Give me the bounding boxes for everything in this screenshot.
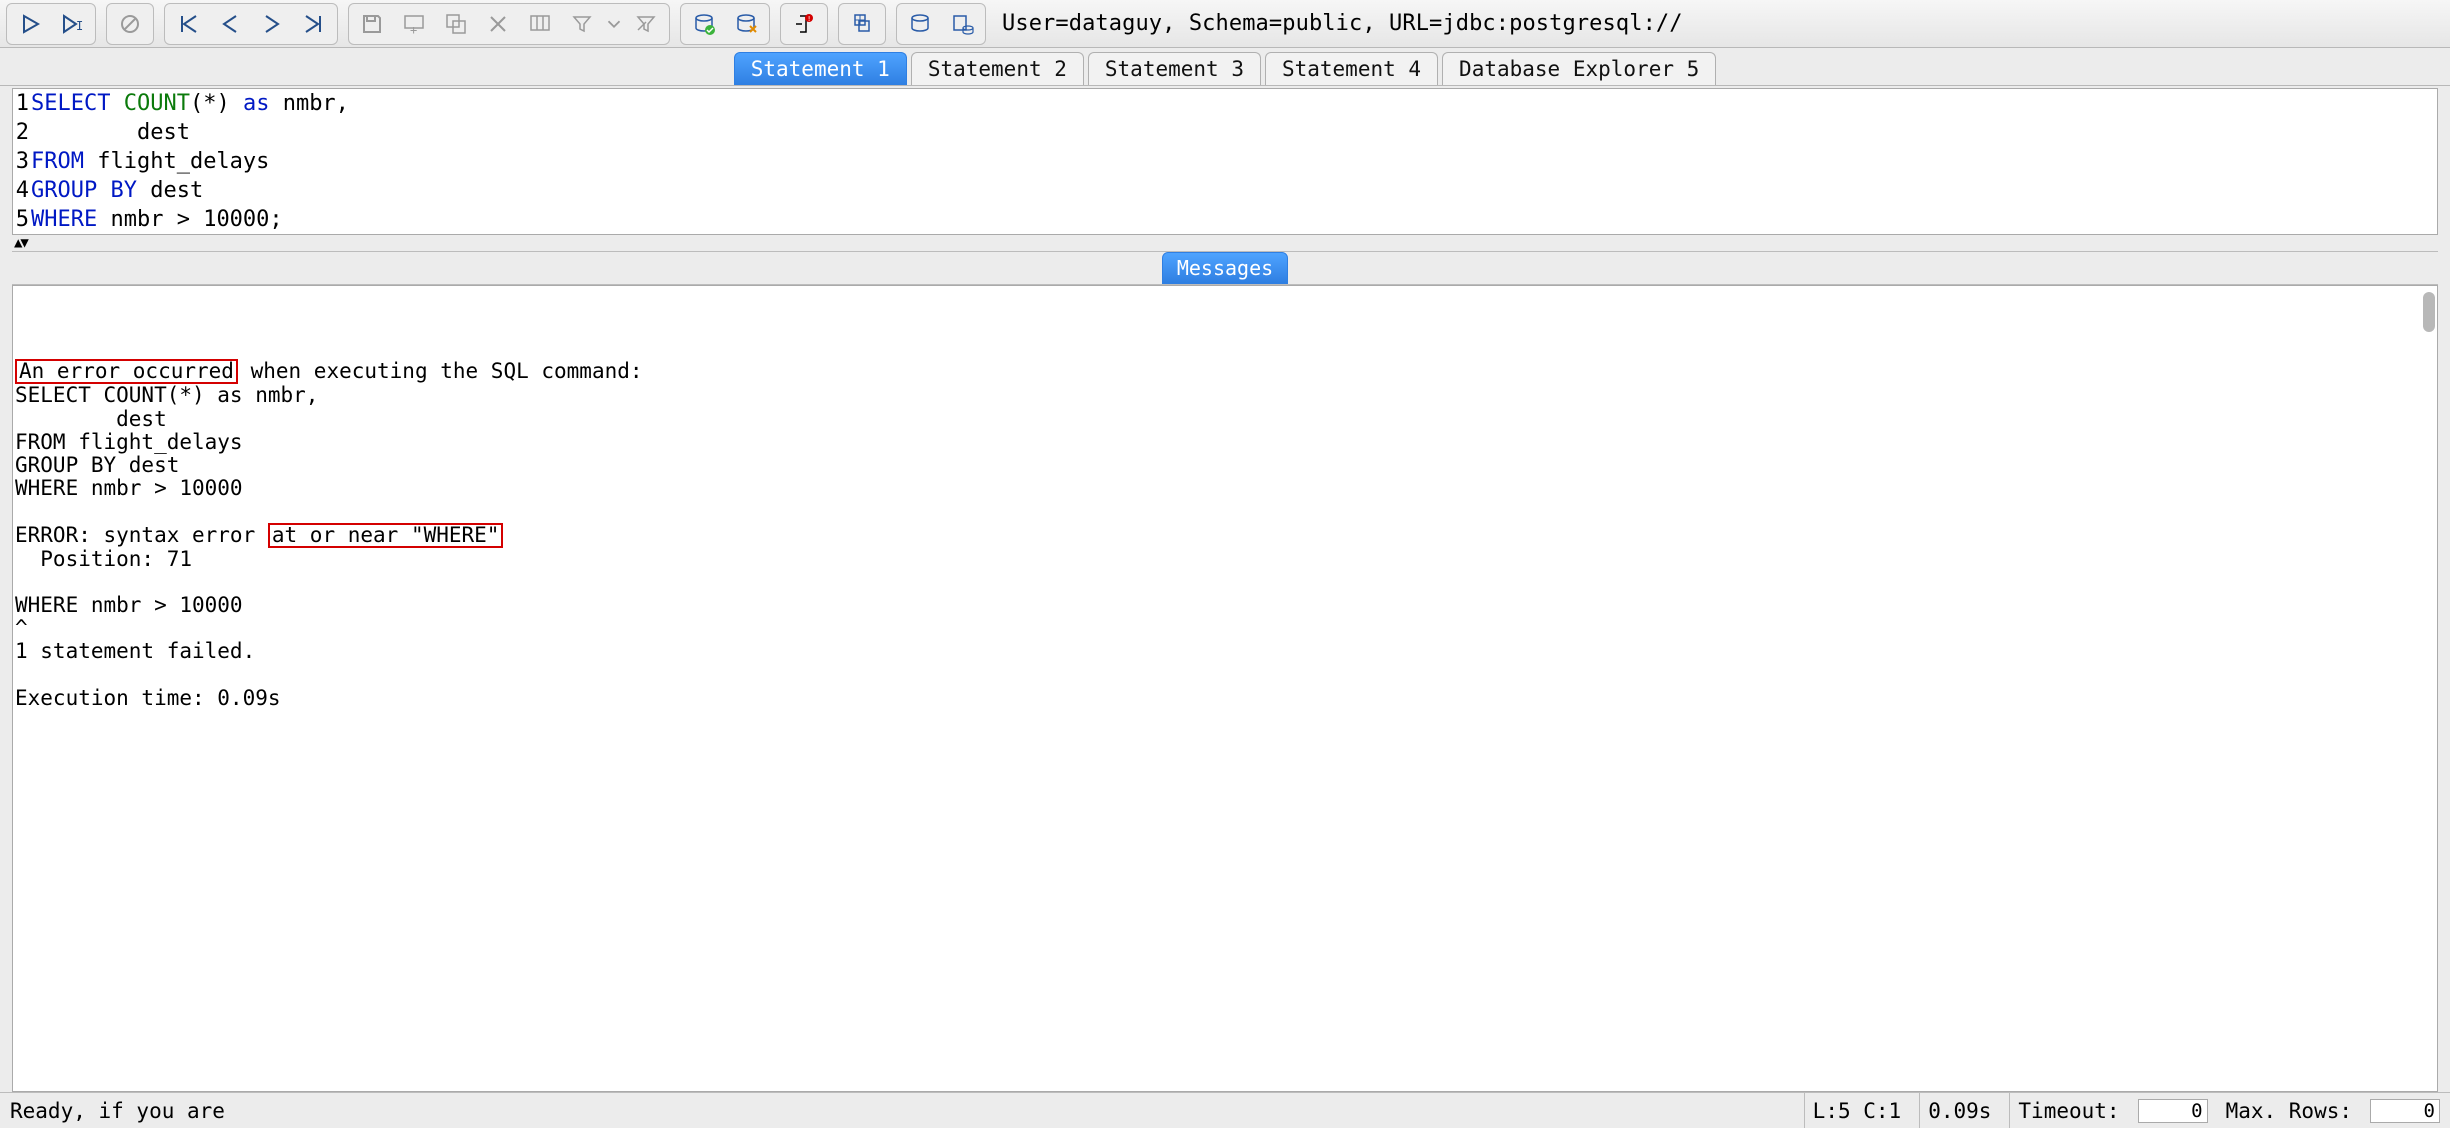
- connection-label: User=dataguy, Schema=public, URL=jdbc:po…: [1002, 11, 1683, 36]
- sql-editor[interactable]: 1SELECT COUNT(*) as nmbr,2 dest3FROM fli…: [12, 88, 2438, 235]
- first-record-button[interactable]: [167, 6, 209, 42]
- filter-dropdown-icon: [603, 6, 625, 42]
- editor-line: 5WHERE nmbr > 10000;: [13, 205, 2437, 234]
- line-number: 5: [13, 205, 31, 234]
- save-button: [351, 6, 393, 42]
- line-number: 4: [13, 176, 31, 205]
- code-text: dest: [31, 118, 190, 147]
- append-results-button[interactable]: [841, 6, 883, 42]
- rollback-button[interactable]: [725, 6, 767, 42]
- execute-to-cursor-button[interactable]: I: [51, 6, 93, 42]
- next-record-button[interactable]: [251, 6, 293, 42]
- code-text: FROM flight_delays: [31, 147, 269, 176]
- main-toolbar: I + ! User=dataguy, Schema=public, URL=j…: [0, 0, 2450, 48]
- last-record-button[interactable]: [293, 6, 335, 42]
- disconnect-button[interactable]: !: [783, 6, 825, 42]
- splitter-handle[interactable]: ▲▼: [12, 235, 2438, 251]
- add-row-button: +: [393, 6, 435, 42]
- new-db-explorer-button[interactable]: [941, 6, 983, 42]
- tab-statement-2[interactable]: Statement 2: [911, 52, 1084, 85]
- code-text: SELECT COUNT(*) as nmbr,: [31, 89, 349, 118]
- messages-tab[interactable]: Messages: [1162, 252, 1288, 284]
- svg-text:+: +: [410, 23, 417, 36]
- editor-line: 1SELECT COUNT(*) as nmbr,: [13, 89, 2437, 118]
- tab-statement-1[interactable]: Statement 1: [734, 52, 907, 85]
- cursor-position: L:5 C:1: [1804, 1093, 1910, 1128]
- filter-button: [561, 6, 603, 42]
- timeout-input[interactable]: [2138, 1099, 2208, 1123]
- tab-statement-3[interactable]: Statement 3: [1088, 52, 1261, 85]
- editor-line: 3FROM flight_delays: [13, 147, 2437, 176]
- status-bar: Ready, if you are L:5 C:1 0.09s Timeout:…: [0, 1092, 2450, 1128]
- error-highlight: An error occurred: [15, 359, 238, 384]
- vertical-scrollbar[interactable]: [2423, 292, 2435, 332]
- maxrows-input[interactable]: [2370, 1099, 2440, 1123]
- tab-db-explorer-5[interactable]: Database Explorer 5: [1442, 52, 1716, 85]
- editor-line: 4GROUP BY dest: [13, 176, 2437, 205]
- line-number: 1: [13, 89, 31, 118]
- code-text: WHERE nmbr > 10000;: [31, 205, 283, 234]
- result-panel-header: Messages: [12, 251, 2438, 285]
- panel-tabstrip: Statement 1 Statement 2 Statement 3 Stat…: [0, 48, 2450, 86]
- execute-button[interactable]: [9, 6, 51, 42]
- select-columns-button: [519, 6, 561, 42]
- show-db-explorer-button[interactable]: [899, 6, 941, 42]
- tab-statement-4[interactable]: Statement 4: [1265, 52, 1438, 85]
- svg-text:!: !: [807, 15, 811, 23]
- exec-time: 0.09s: [1919, 1093, 1999, 1128]
- editor-line: 2 dest: [13, 118, 2437, 147]
- duplicate-row-button: [435, 6, 477, 42]
- error-highlight: at or near "WHERE": [268, 523, 504, 548]
- messages-pane[interactable]: An error occurred when executing the SQL…: [12, 285, 2438, 1092]
- line-number: 3: [13, 147, 31, 176]
- svg-text:I: I: [76, 19, 83, 33]
- timeout-label: Timeout:: [2009, 1093, 2127, 1128]
- prev-record-button[interactable]: [209, 6, 251, 42]
- commit-button[interactable]: [683, 6, 725, 42]
- status-ready-text: Ready, if you are: [10, 1099, 225, 1123]
- code-text: GROUP BY dest: [31, 176, 203, 205]
- stop-button: [109, 6, 151, 42]
- delete-row-button: [477, 6, 519, 42]
- line-number: 2: [13, 118, 31, 147]
- maxrows-label: Max. Rows:: [2218, 1093, 2360, 1128]
- clear-filter-button: [625, 6, 667, 42]
